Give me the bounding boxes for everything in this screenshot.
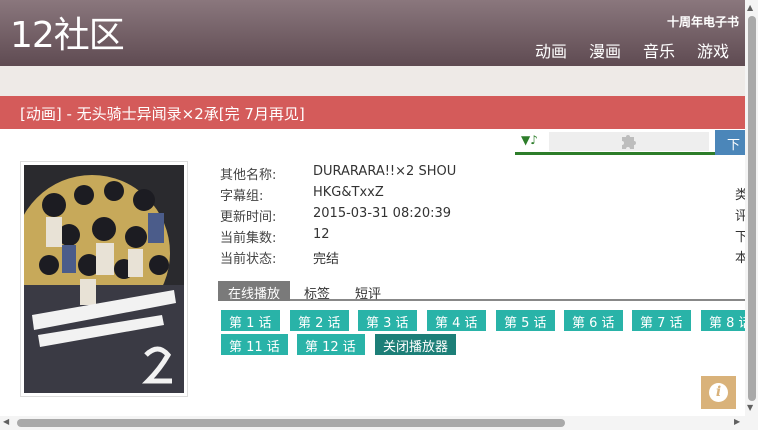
music-player: ▼♪	[515, 130, 715, 155]
vertical-scrollbar[interactable]: ▲ ▼	[745, 0, 758, 416]
vertical-scroll-thumb[interactable]	[748, 16, 756, 401]
info-value: 2015-03-31 08:20:39	[313, 206, 452, 221]
episode-button[interactable]: 第 1 话	[221, 310, 280, 331]
download-button[interactable]: 下	[715, 130, 745, 155]
title-bar: [动画] - 无头骑士异闻录×2承[完 7月再见]	[0, 96, 745, 129]
scroll-down-icon[interactable]: ▼	[747, 403, 753, 412]
episode-button[interactable]: 第 6 话	[564, 310, 623, 331]
info-label: 当前集数:	[220, 231, 277, 246]
horizontal-scrollbar[interactable]: ◀ ▶	[0, 416, 745, 430]
episode-button[interactable]: 第 12 话	[297, 334, 365, 355]
scroll-right-icon[interactable]: ▶	[734, 417, 740, 426]
main-nav: 动画 漫画 音乐 游戏	[513, 38, 729, 62]
tab-online-play[interactable]: 在线播放	[218, 281, 290, 302]
info-value: 完结	[313, 252, 340, 267]
info-icon: i	[709, 383, 728, 402]
episode-button[interactable]: 第 3 话	[358, 310, 417, 331]
info-label: 字幕组:	[220, 189, 264, 204]
scrollbar-corner	[745, 416, 758, 430]
nav-games[interactable]: 游戏	[697, 38, 729, 62]
cover-image[interactable]	[24, 165, 184, 393]
episode-button[interactable]: 第 2 话	[290, 310, 349, 331]
ebook-link[interactable]: 十周年电子书	[667, 13, 739, 30]
page-title: [动画] - 无头骑士异闻录×2承[完 7月再见]	[20, 105, 305, 123]
info-value: DURARARA!!×2 SHOU	[313, 164, 457, 179]
episode-button[interactable]: 第 11 话	[221, 334, 288, 355]
tab-reviews[interactable]: 短评	[355, 281, 381, 302]
tab-tags[interactable]: 标签	[304, 281, 330, 302]
plugin-placeholder[interactable]	[549, 132, 709, 151]
nav-music[interactable]: 音乐	[643, 38, 675, 62]
scroll-left-icon[interactable]: ◀	[3, 417, 9, 426]
puzzle-icon	[622, 135, 636, 149]
info-label: 其他名称:	[220, 168, 277, 183]
episode-button[interactable]: 第 4 话	[427, 310, 486, 331]
info-value: HKG&TxxZ	[313, 185, 384, 200]
info-float-button[interactable]: i	[701, 376, 736, 409]
episode-button[interactable]: 第 5 话	[496, 310, 555, 331]
close-player-button[interactable]: 关闭播放器	[375, 334, 456, 355]
site-logo[interactable]: 12社区	[10, 14, 125, 58]
info-label: 更新时间:	[220, 210, 277, 225]
nav-anime[interactable]: 动画	[535, 38, 567, 62]
info-label: 当前状态:	[220, 252, 277, 267]
episode-button[interactable]: 第 7 话	[632, 310, 691, 331]
episode-button[interactable]: 第 8 话	[701, 310, 745, 331]
content-tabs: 在线播放 标签 短评	[218, 281, 745, 302]
music-toggle-icon[interactable]: ▼♪	[521, 133, 538, 147]
nav-manga[interactable]: 漫画	[589, 38, 621, 62]
scroll-up-icon[interactable]: ▲	[747, 3, 753, 12]
site-header: 12社区 十周年电子书 动画 漫画 音乐 游戏	[0, 0, 745, 66]
sub-bar	[0, 66, 745, 96]
horizontal-scroll-thumb[interactable]	[17, 419, 565, 427]
info-value: 12	[313, 227, 330, 242]
